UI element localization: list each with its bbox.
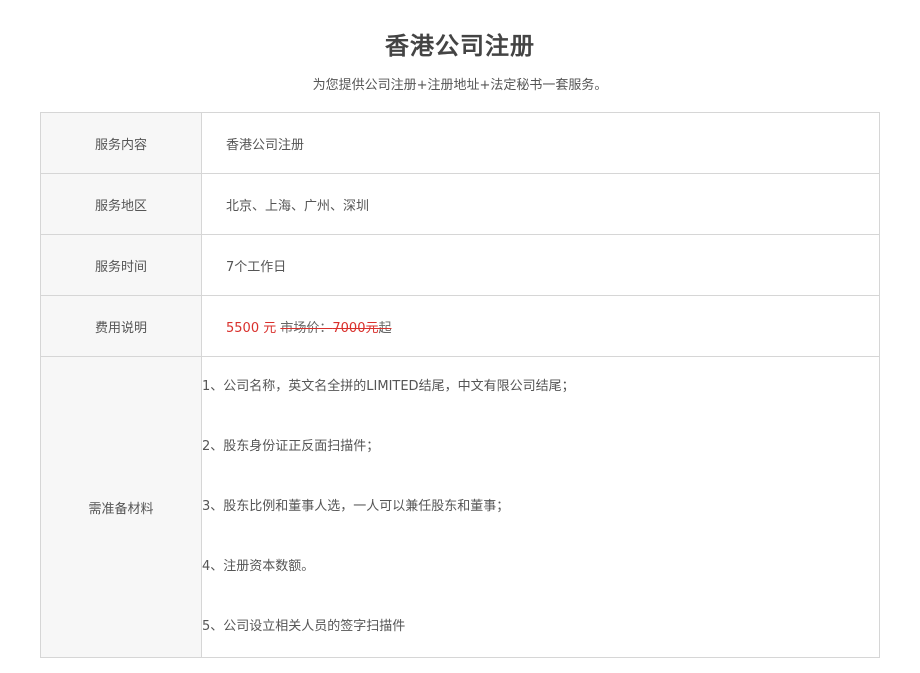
market-price-label: 市场价： bbox=[280, 320, 333, 336]
row-label: 费用说明 bbox=[40, 295, 202, 357]
current-price: 5500 元 bbox=[226, 320, 277, 336]
market-price-strikethrough: 市场价：7000元起 bbox=[280, 321, 391, 336]
list-item: 3、股东比例和董事人选，一人可以兼任股东和董事； bbox=[202, 499, 510, 514]
list-item: 1、公司名称，英文名全拼的LIMITED结尾，中文有限公司结尾； bbox=[202, 379, 575, 394]
table-row-service-region: 服务地区 北京、上海、广州、深圳 bbox=[40, 173, 880, 235]
table-row-service-content: 服务内容 香港公司注册 bbox=[40, 112, 880, 174]
row-label: 需准备材料 bbox=[40, 356, 202, 658]
list-item: 2、股东身份证正反面扫描件； bbox=[202, 439, 380, 454]
list-item: 5、公司设立相关人员的签字扫描件 bbox=[202, 619, 406, 634]
page-title: 香港公司注册 bbox=[385, 32, 535, 60]
service-info-table: 服务内容 香港公司注册 服务地区 北京、上海、广州、深圳 服务时间 7个工作日 … bbox=[40, 112, 880, 658]
row-value: 北京、上海、广州、深圳 bbox=[201, 173, 880, 235]
page-subtitle: 为您提供公司注册+注册地址+法定秘书一套服务。 bbox=[312, 78, 608, 93]
materials-list: 1、公司名称，英文名全拼的LIMITED结尾，中文有限公司结尾； 2、股东身份证… bbox=[201, 356, 880, 658]
row-value: 香港公司注册 bbox=[201, 112, 880, 174]
market-price-suffix: 起 bbox=[378, 320, 392, 336]
row-label: 服务内容 bbox=[40, 112, 202, 174]
row-label: 服务时间 bbox=[40, 234, 202, 296]
fee-value: 5500 元 市场价：7000元起 bbox=[201, 295, 880, 357]
table-row-service-time: 服务时间 7个工作日 bbox=[40, 234, 880, 296]
table-row-fee: 费用说明 5500 元 市场价：7000元起 bbox=[40, 295, 880, 357]
row-label: 服务地区 bbox=[40, 173, 202, 235]
list-item: 4、注册资本数额。 bbox=[202, 559, 315, 574]
table-row-materials: 需准备材料 1、公司名称，英文名全拼的LIMITED结尾，中文有限公司结尾； 2… bbox=[40, 356, 880, 658]
row-value: 7个工作日 bbox=[201, 234, 880, 296]
market-price-value: 7000元 bbox=[332, 320, 379, 336]
